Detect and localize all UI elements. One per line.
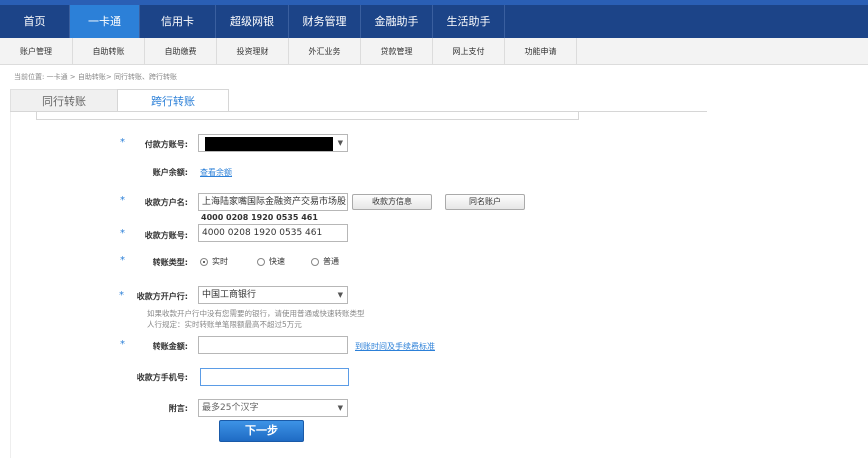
payee-name-label: 收款方户名: bbox=[144, 198, 188, 207]
sub-nav-account-management[interactable]: 账户管理 bbox=[0, 38, 73, 65]
required-mark: * bbox=[120, 195, 125, 206]
payee-info-button[interactable]: 收款方信息 bbox=[352, 194, 432, 210]
limit-hint-text: 人行规定：实时转账单笔限额最高不超过5万元 bbox=[147, 320, 302, 329]
sub-nav-feature-application[interactable]: 功能申请 bbox=[505, 38, 577, 65]
required-mark: * bbox=[120, 339, 125, 350]
amount-input[interactable] bbox=[198, 336, 348, 354]
payee-account-hint: 4000 0208 1920 0535 461 bbox=[201, 213, 318, 222]
balance-label: 账户余额: bbox=[152, 168, 188, 177]
view-balance-link[interactable]: 查看余额 bbox=[200, 167, 232, 178]
remark-select[interactable]: 最多25个汉字 ▼ bbox=[198, 399, 348, 417]
sub-nav-loans[interactable]: 贷款管理 bbox=[361, 38, 433, 65]
breadcrumb: 当前位置: 一卡通 > 自助转账> 同行转账、跨行转账 bbox=[14, 73, 177, 81]
radio-label: 快速 bbox=[269, 257, 285, 266]
payee-bank-value: 中国工商银行 bbox=[202, 290, 257, 300]
radio-unchecked-icon bbox=[311, 257, 319, 266]
sub-nav-online-payment[interactable]: 网上支付 bbox=[433, 38, 505, 65]
payer-account-label: 付款方账号: bbox=[144, 140, 188, 149]
chevron-down-icon: ▼ bbox=[337, 291, 343, 299]
same-name-account-button[interactable]: 同名账户 bbox=[445, 194, 525, 210]
fee-standard-link[interactable]: 到账时间及手续费标准 bbox=[355, 341, 435, 352]
sub-nav: 账户管理 自助转账 自助缴费 投资理财 外汇业务 贷款管理 网上支付 功能申请 bbox=[0, 38, 868, 65]
transfer-type-realtime-radio[interactable]: 实时 bbox=[200, 256, 228, 267]
radio-unchecked-icon bbox=[257, 257, 265, 266]
radio-label: 实时 bbox=[212, 257, 228, 266]
required-mark: * bbox=[120, 137, 125, 148]
transfer-type-fast-radio[interactable]: 快速 bbox=[257, 256, 285, 267]
main-nav-life-assistant[interactable]: 生活助手 bbox=[433, 5, 505, 38]
main-nav-super-ebank[interactable]: 超级网银 bbox=[216, 5, 289, 38]
transfer-type-label: 转账类型: bbox=[152, 258, 188, 267]
payee-name-input[interactable]: 上海陆家嘴国际金融资产交易市场股 bbox=[198, 193, 348, 211]
main-nav-yikatong[interactable]: 一卡通 bbox=[70, 5, 140, 38]
payee-phone-input[interactable] bbox=[200, 368, 349, 386]
redacted-account bbox=[205, 137, 333, 151]
payee-account-input[interactable]: 4000 0208 1920 0535 461 bbox=[198, 224, 348, 242]
transfer-form-panel bbox=[10, 112, 707, 458]
form-top-frame bbox=[36, 112, 579, 120]
payee-bank-select[interactable]: 中国工商银行 ▼ bbox=[198, 286, 348, 304]
remark-placeholder: 最多25个汉字 bbox=[202, 403, 259, 413]
bank-hint-text: 如果收款开户行中没有您需要的银行，请使用普通或快速转账类型 bbox=[147, 309, 365, 318]
main-nav: 首页 一卡通 信用卡 超级网银 财务管理 金融助手 生活助手 bbox=[0, 5, 505, 38]
transfer-type-normal-radio[interactable]: 普通 bbox=[311, 256, 339, 267]
next-step-button[interactable]: 下一步 bbox=[219, 420, 304, 442]
sub-nav-self-transfer[interactable]: 自助转账 bbox=[73, 38, 145, 65]
remark-label: 附言: bbox=[168, 404, 188, 413]
tab-cross-bank-transfer[interactable]: 跨行转账 bbox=[117, 89, 229, 112]
sub-nav-self-payment[interactable]: 自助缴费 bbox=[145, 38, 217, 65]
main-nav-home[interactable]: 首页 bbox=[0, 5, 70, 38]
payee-bank-label: 收款方开户行: bbox=[136, 292, 188, 301]
required-mark: * bbox=[119, 290, 124, 301]
payee-phone-label: 收款方手机号: bbox=[136, 373, 188, 382]
payee-account-label: 收款方账号: bbox=[144, 231, 188, 240]
required-mark: * bbox=[120, 228, 125, 239]
required-mark: * bbox=[120, 255, 125, 266]
tab-same-bank-transfer[interactable]: 同行转账 bbox=[10, 89, 118, 112]
radio-checked-icon bbox=[200, 257, 208, 266]
sub-nav-investment[interactable]: 投资理财 bbox=[217, 38, 289, 65]
payer-account-select[interactable]: ▼ bbox=[198, 134, 348, 152]
radio-label: 普通 bbox=[323, 257, 339, 266]
chevron-down-icon: ▼ bbox=[337, 139, 343, 147]
chevron-down-icon: ▼ bbox=[337, 404, 343, 412]
sub-nav-forex[interactable]: 外汇业务 bbox=[289, 38, 361, 65]
main-nav-finance-management[interactable]: 财务管理 bbox=[289, 5, 361, 38]
main-nav-finance-assistant[interactable]: 金融助手 bbox=[361, 5, 433, 38]
main-nav-credit-card[interactable]: 信用卡 bbox=[140, 5, 216, 38]
amount-label: 转账金额: bbox=[152, 342, 188, 351]
